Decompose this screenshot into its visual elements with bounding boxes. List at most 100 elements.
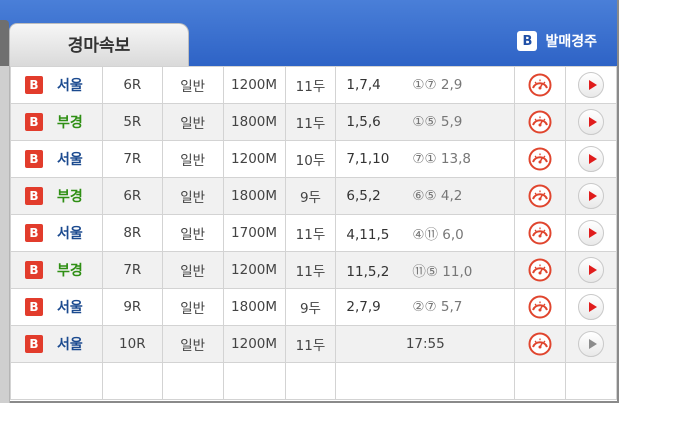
finish-order: 11,5,2	[346, 264, 390, 280]
empty-row	[10, 362, 617, 400]
betting-b-icon: B	[25, 224, 43, 242]
location-name: 서울	[57, 226, 83, 242]
gauge-cell[interactable]	[514, 325, 567, 363]
runner-count: 9두	[284, 288, 337, 326]
result-cell: 1,7,4 ①⑦ 2,9	[335, 66, 516, 104]
table-row[interactable]: B 서울 7R 일반 1200M 10두 7,1,10 ⑦① 13,8	[10, 140, 617, 178]
table-row[interactable]: B 서울 10R 일반 1200M 11두 17:55	[10, 325, 617, 363]
race-distance: 1200M	[222, 325, 286, 363]
table-row[interactable]: B 서울 6R 일반 1200M 11두 1,7,4 ①⑦ 2,9	[10, 66, 617, 104]
location-name: 서울	[57, 78, 83, 94]
play-cell[interactable]	[565, 103, 617, 141]
race-number: 10R	[101, 325, 163, 363]
race-grade: 일반	[161, 214, 224, 252]
betting-b-icon: B	[517, 31, 538, 51]
location-name: 부경	[57, 115, 83, 131]
result-cell: 4,11,5 ④⑪ 6,0	[335, 214, 516, 252]
gauge-cell[interactable]	[514, 66, 567, 104]
location-name: 서울	[57, 300, 83, 316]
result-cell: 2,7,9 ②⑦ 5,7	[335, 288, 516, 326]
speedometer-icon[interactable]	[528, 258, 552, 282]
gauge-cell[interactable]	[514, 177, 567, 215]
location-cell: B 서울	[10, 140, 103, 178]
payout: ④⑪ 6,0	[412, 227, 464, 243]
finish-order: 7,1,10	[346, 151, 390, 167]
play-cell[interactable]	[565, 251, 617, 289]
result-cell: 1,5,6 ①⑤ 5,9	[335, 103, 516, 141]
play-icon[interactable]	[578, 220, 605, 246]
panel-header: 경마속보 B 발매경주	[0, 0, 617, 67]
table-row[interactable]: B 부경 5R 일반 1800M 11두 1,5,6 ①⑤ 5,9	[10, 103, 617, 141]
empty-cell	[222, 362, 286, 400]
runner-count: 11두	[284, 66, 337, 104]
payout: ①⑤ 5,9	[412, 114, 463, 130]
play-cell[interactable]	[565, 140, 617, 178]
betting-b-icon: B	[25, 150, 43, 168]
play-cell[interactable]	[565, 214, 617, 252]
race-number: 7R	[101, 140, 163, 178]
betting-races-link[interactable]: B 발매경주	[517, 30, 597, 52]
runner-count: 11두	[284, 214, 337, 252]
race-distance: 1800M	[222, 103, 286, 141]
finish-order: 4,11,5	[346, 227, 390, 243]
tab-race-bulletin[interactable]: 경마속보	[9, 23, 189, 67]
result-cell: 6,5,2 ⑥⑤ 4,2	[335, 177, 516, 215]
race-bulletin-panel: 경마속보 B 발매경주 B 서울 6R 일반 1200M 11두 1,7,4 ①⑦ …	[0, 0, 619, 403]
gauge-cell[interactable]	[514, 251, 567, 289]
speedometer-icon[interactable]	[528, 332, 552, 356]
location-name: 서울	[57, 337, 83, 353]
header-left-edge	[0, 20, 9, 66]
location-name: 부경	[57, 263, 83, 279]
race-number: 9R	[101, 288, 163, 326]
location-cell: B 부경	[10, 251, 103, 289]
race-number: 5R	[101, 103, 163, 141]
gauge-cell[interactable]	[514, 288, 567, 326]
race-grade: 일반	[161, 66, 224, 104]
betting-b-icon: B	[25, 76, 43, 94]
speedometer-icon[interactable]	[528, 221, 552, 245]
race-distance: 1800M	[222, 288, 286, 326]
betting-b-icon: B	[25, 298, 43, 316]
table-row[interactable]: B 부경 7R 일반 1200M 11두 11,5,2 ⑪⑤ 11,0	[10, 251, 617, 289]
speedometer-icon[interactable]	[528, 110, 552, 134]
finish-order: 1,7,4	[346, 77, 381, 93]
speedometer-icon[interactable]	[528, 184, 552, 208]
play-cell[interactable]	[565, 177, 617, 215]
empty-cell	[565, 362, 617, 400]
play-icon[interactable]	[578, 109, 605, 135]
play-cell[interactable]	[565, 66, 617, 104]
location-cell: B 서울	[10, 66, 103, 104]
play-icon[interactable]	[578, 72, 605, 98]
payout: ⑦① 13,8	[412, 151, 471, 167]
race-grade: 일반	[161, 325, 224, 363]
runner-count: 9두	[284, 177, 337, 215]
play-icon[interactable]	[578, 146, 605, 172]
runner-count: 11두	[284, 103, 337, 141]
result-cell: 7,1,10 ⑦① 13,8	[335, 140, 516, 178]
betting-b-icon: B	[25, 261, 43, 279]
race-grade: 일반	[161, 288, 224, 326]
play-icon[interactable]	[578, 257, 605, 283]
gauge-cell[interactable]	[514, 103, 567, 141]
empty-cell	[284, 362, 337, 400]
race-table: B 서울 6R 일반 1200M 11두 1,7,4 ①⑦ 2,9 B 부경 5…	[10, 66, 617, 400]
speedometer-icon[interactable]	[528, 73, 552, 97]
play-icon[interactable]	[578, 294, 605, 320]
empty-cell	[101, 362, 163, 400]
table-row[interactable]: B 서울 8R 일반 1700M 11두 4,11,5 ④⑪ 6,0	[10, 214, 617, 252]
table-row[interactable]: B 서울 9R 일반 1800M 9두 2,7,9 ②⑦ 5,7	[10, 288, 617, 326]
betting-b-icon: B	[25, 335, 43, 353]
speedometer-icon[interactable]	[528, 295, 552, 319]
table-row[interactable]: B 부경 6R 일반 1800M 9두 6,5,2 ⑥⑤ 4,2	[10, 177, 617, 215]
play-icon[interactable]	[578, 331, 605, 357]
speedometer-icon[interactable]	[528, 147, 552, 171]
race-number: 8R	[101, 214, 163, 252]
gauge-cell[interactable]	[514, 140, 567, 178]
race-grade: 일반	[161, 251, 224, 289]
gauge-cell[interactable]	[514, 214, 567, 252]
location-cell: B 부경	[10, 177, 103, 215]
play-icon[interactable]	[578, 183, 605, 209]
location-cell: B 부경	[10, 103, 103, 141]
play-cell[interactable]	[565, 288, 617, 326]
play-cell[interactable]	[565, 325, 617, 363]
